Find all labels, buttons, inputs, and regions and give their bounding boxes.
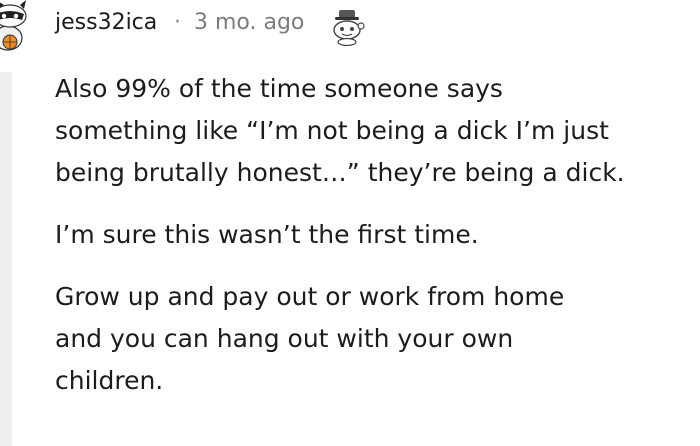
- comment-paragraph: I’m sure this wasn’t the first time.: [55, 220, 479, 249]
- thread-line[interactable]: [0, 72, 12, 446]
- separator-dot: ·: [174, 10, 181, 35]
- comment-paragraph: Grow up and pay out or work from home an…: [55, 282, 565, 395]
- snoo-award-icon[interactable]: [330, 8, 366, 46]
- timestamp[interactable]: 3 mo. ago: [194, 10, 304, 35]
- avatar[interactable]: [0, 0, 44, 52]
- username[interactable]: jess32ica: [55, 10, 157, 35]
- comment-body: Also 99% of the time someone says someth…: [55, 68, 695, 422]
- comment-paragraph: Also 99% of the time someone says someth…: [55, 74, 625, 187]
